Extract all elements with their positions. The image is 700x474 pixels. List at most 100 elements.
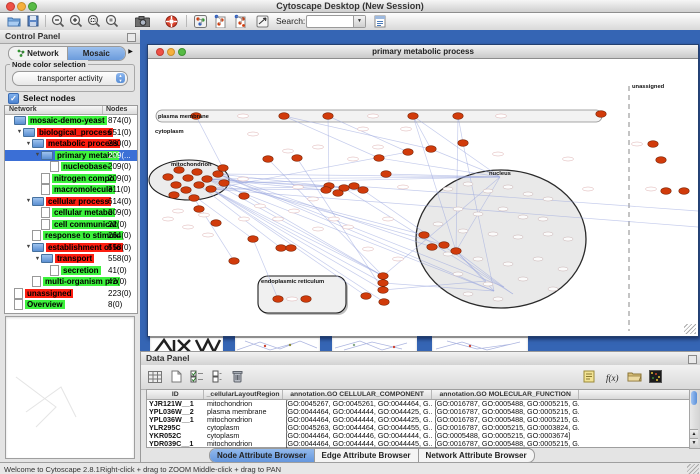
tab-mosaic[interactable]: Mosaic <box>67 47 126 60</box>
float-panel-icon[interactable] <box>688 355 697 364</box>
edge[interactable] <box>211 189 383 290</box>
network-node[interactable] <box>358 187 368 194</box>
network-node[interactable] <box>427 244 437 251</box>
expander-icon[interactable]: ▼ <box>34 256 41 262</box>
network-node[interactable] <box>439 242 449 249</box>
network-node[interactable] <box>286 245 296 252</box>
network-node[interactable] <box>408 113 418 120</box>
save-session-icon[interactable] <box>25 14 41 28</box>
network-node[interactable] <box>648 141 658 148</box>
table-row[interactable]: YPL036W__2plasma membrane[GO:0044464, GO… <box>147 408 690 416</box>
manage-network-a-icon[interactable] <box>212 14 228 28</box>
attribute-table-icon[interactable] <box>147 369 163 384</box>
import-attributes-icon[interactable] <box>626 369 642 384</box>
network-node[interactable] <box>426 146 436 153</box>
network-node[interactable] <box>194 206 204 213</box>
network-node[interactable] <box>202 176 212 183</box>
network-node[interactable] <box>378 287 388 294</box>
zoom-selected-icon[interactable] <box>104 14 120 28</box>
network-node[interactable] <box>169 192 179 199</box>
network-node[interactable] <box>378 273 388 280</box>
network-node[interactable] <box>679 188 689 195</box>
tree-row[interactable]: Overview8(0) <box>5 299 137 311</box>
edge[interactable] <box>211 189 383 283</box>
network-node[interactable] <box>192 169 202 176</box>
network-node[interactable] <box>333 190 343 197</box>
float-panel-icon[interactable] <box>127 33 136 42</box>
network-node[interactable] <box>374 155 384 162</box>
column-header[interactable]: _cellularLayoutRegion <box>204 390 282 399</box>
tab-edge-attribute-browser[interactable]: Edge Attribute Browser <box>314 449 418 462</box>
expander-icon[interactable]: ▼ <box>16 129 23 135</box>
network-node[interactable] <box>213 171 223 178</box>
tab-network-attribute-browser[interactable]: Network Attribute Browser <box>418 449 534 462</box>
network-node[interactable] <box>273 296 283 303</box>
network-node[interactable] <box>403 149 413 156</box>
network-node[interactable] <box>453 113 463 120</box>
network-node[interactable] <box>379 299 389 306</box>
expander-icon[interactable]: ▼ <box>25 198 32 204</box>
network-node[interactable] <box>596 111 606 118</box>
attribute-table-header[interactable]: ID_cellularLayoutRegionannotation.GO CEL… <box>147 390 690 400</box>
zoom-in-icon[interactable] <box>68 14 84 28</box>
network-node[interactable] <box>263 156 273 163</box>
network-node[interactable] <box>656 157 666 164</box>
tab-network[interactable]: Network <box>9 47 67 60</box>
tab-node-attribute-browser[interactable]: Node Attribute Browser <box>210 449 314 462</box>
column-header[interactable]: annotation.GO CELLULAR_COMPONENT <box>283 390 433 399</box>
edge[interactable] <box>413 116 500 177</box>
tree-row[interactable]: mosaic-demo-yeast874(0) <box>5 115 137 127</box>
unselect-attributes-icon[interactable] <box>209 369 225 384</box>
network-node[interactable] <box>321 187 331 194</box>
tree-row[interactable]: ▼transport558(0) <box>5 253 137 265</box>
network-node[interactable] <box>323 113 333 120</box>
network-node[interactable] <box>276 245 286 252</box>
tree-row[interactable]: cellular metabo209(0) <box>5 207 137 219</box>
dropdown-stepper-icon[interactable]: ▲▼ <box>116 73 125 83</box>
formula-builder-icon[interactable]: f(x) <box>604 369 620 384</box>
search-dropdown-arrow-icon[interactable]: ▼ <box>353 16 365 27</box>
edge[interactable] <box>268 159 383 276</box>
open-file-icon[interactable] <box>6 14 22 28</box>
tree-row[interactable]: cell communicat22(0) <box>5 219 137 231</box>
network-node[interactable] <box>211 220 221 227</box>
canvas-resize-grip[interactable] <box>684 324 696 334</box>
search-input[interactable]: ▼ <box>306 15 366 28</box>
window-resize-grip[interactable] <box>687 464 699 474</box>
tree-row[interactable]: nucleobase-209(0) <box>5 161 137 173</box>
tree-row[interactable]: macromolecule311(0) <box>5 184 137 196</box>
network-node[interactable] <box>361 293 371 300</box>
new-attribute-icon[interactable] <box>168 369 184 384</box>
network-node[interactable] <box>458 140 468 147</box>
network-node[interactable] <box>279 113 289 120</box>
network-node[interactable] <box>378 280 388 287</box>
network-node[interactable] <box>194 182 204 189</box>
tree-row[interactable]: response to stimulu264(0) <box>5 230 137 242</box>
tree-row[interactable]: ▼primary metabo209(... <box>5 150 137 162</box>
network-node[interactable] <box>292 155 302 162</box>
birdseye-view[interactable] <box>5 316 135 459</box>
table-row[interactable]: YPL036W__1mitochondrion[GO:0044464, GO:0… <box>147 416 690 424</box>
network-node[interactable] <box>163 174 173 181</box>
help-icon[interactable] <box>163 14 179 28</box>
import-network-icon[interactable] <box>254 14 270 28</box>
zoom-fit-icon[interactable] <box>86 14 102 28</box>
column-header[interactable]: annotation.GO MOLECULAR_FUNCTION <box>432 390 579 399</box>
column-header[interactable] <box>579 390 690 399</box>
table-row[interactable]: YJR121W__1mitochondrion[GO:0045267, GO:0… <box>147 400 690 408</box>
expander-icon[interactable]: ▼ <box>25 244 32 250</box>
network-node[interactable] <box>451 248 461 255</box>
edge[interactable] <box>218 174 500 177</box>
column-header[interactable]: ID <box>147 390 204 399</box>
tree-row[interactable]: unassigned223(0) <box>5 288 137 300</box>
expander-icon[interactable]: ▼ <box>25 141 32 147</box>
network-window-titlebar[interactable]: primary metabolic process <box>148 45 698 59</box>
select-nodes-checkbox[interactable]: ✓ <box>8 93 19 104</box>
network-node[interactable] <box>248 236 258 243</box>
network-node[interactable] <box>349 183 359 190</box>
snapshot-icon[interactable] <box>134 14 150 28</box>
network-node[interactable] <box>189 195 199 202</box>
network-node[interactable] <box>229 258 239 265</box>
network-node[interactable] <box>218 165 228 172</box>
table-row[interactable]: YDR039C__1mitochondrion[GO:0044464, GO:0… <box>147 440 690 448</box>
